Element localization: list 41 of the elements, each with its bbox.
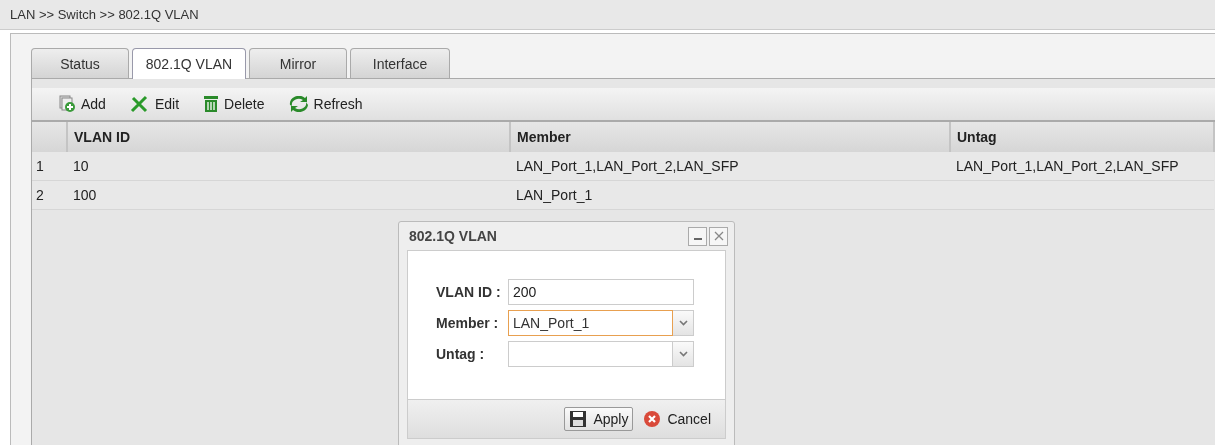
minimize-icon	[693, 238, 702, 240]
close-icon	[713, 231, 724, 241]
trash-icon	[203, 95, 220, 113]
dropdown-button[interactable]	[673, 310, 694, 336]
table-cell: 10	[67, 152, 510, 181]
tab[interactable]: Interface	[350, 48, 450, 78]
apply-button[interactable]: Apply	[564, 407, 634, 431]
breadcrumb: LAN >> Switch >> 802.1Q VLAN	[10, 7, 199, 22]
column-header: VLAN ID	[67, 122, 510, 152]
table-cell: LAN_Port_1	[510, 180, 950, 210]
delete-button[interactable]: Delete	[203, 95, 265, 113]
add-page-icon	[58, 95, 76, 113]
cancel-button[interactable]: Cancel	[639, 408, 715, 430]
table-cell: LAN_Port_1,LAN_Port_2,LAN_SFP	[510, 152, 950, 181]
minimize-button[interactable]	[688, 226, 707, 246]
dropdown-field[interactable]	[508, 341, 673, 367]
chevron-down-icon	[678, 320, 688, 326]
refresh-icon	[288, 96, 309, 112]
add-button[interactable]: Add	[58, 95, 106, 113]
table-cell: LAN_Port_1,LAN_Port_2,LAN_SFP	[950, 152, 1214, 181]
chevron-down-icon	[678, 351, 688, 357]
vlan-id-input[interactable]: 200	[508, 279, 694, 305]
field-label: Untag :	[436, 346, 486, 362]
row-number: 1	[32, 152, 67, 181]
row-number: 2	[32, 180, 67, 210]
tab[interactable]: Mirror	[249, 48, 347, 78]
column-header: Member	[510, 122, 950, 152]
table-header	[32, 122, 67, 152]
column-header: Untag	[950, 122, 1214, 152]
dialog-title: 802.1Q VLAN	[409, 228, 497, 244]
field-label: Member :	[436, 315, 500, 331]
tab[interactable]: 802.1Q VLAN	[132, 48, 246, 79]
field-label: VLAN ID :	[436, 284, 502, 300]
refresh-button[interactable]: Refresh	[288, 96, 363, 112]
tab[interactable]: Status	[31, 48, 129, 78]
dropdown-field[interactable]: LAN_Port_1	[508, 310, 673, 336]
table-cell: 100	[67, 180, 510, 210]
dropdown-button[interactable]	[673, 341, 694, 367]
cancel-icon	[643, 410, 662, 428]
edit-button[interactable]: Edit	[129, 95, 180, 113]
close-button[interactable]	[709, 226, 728, 246]
